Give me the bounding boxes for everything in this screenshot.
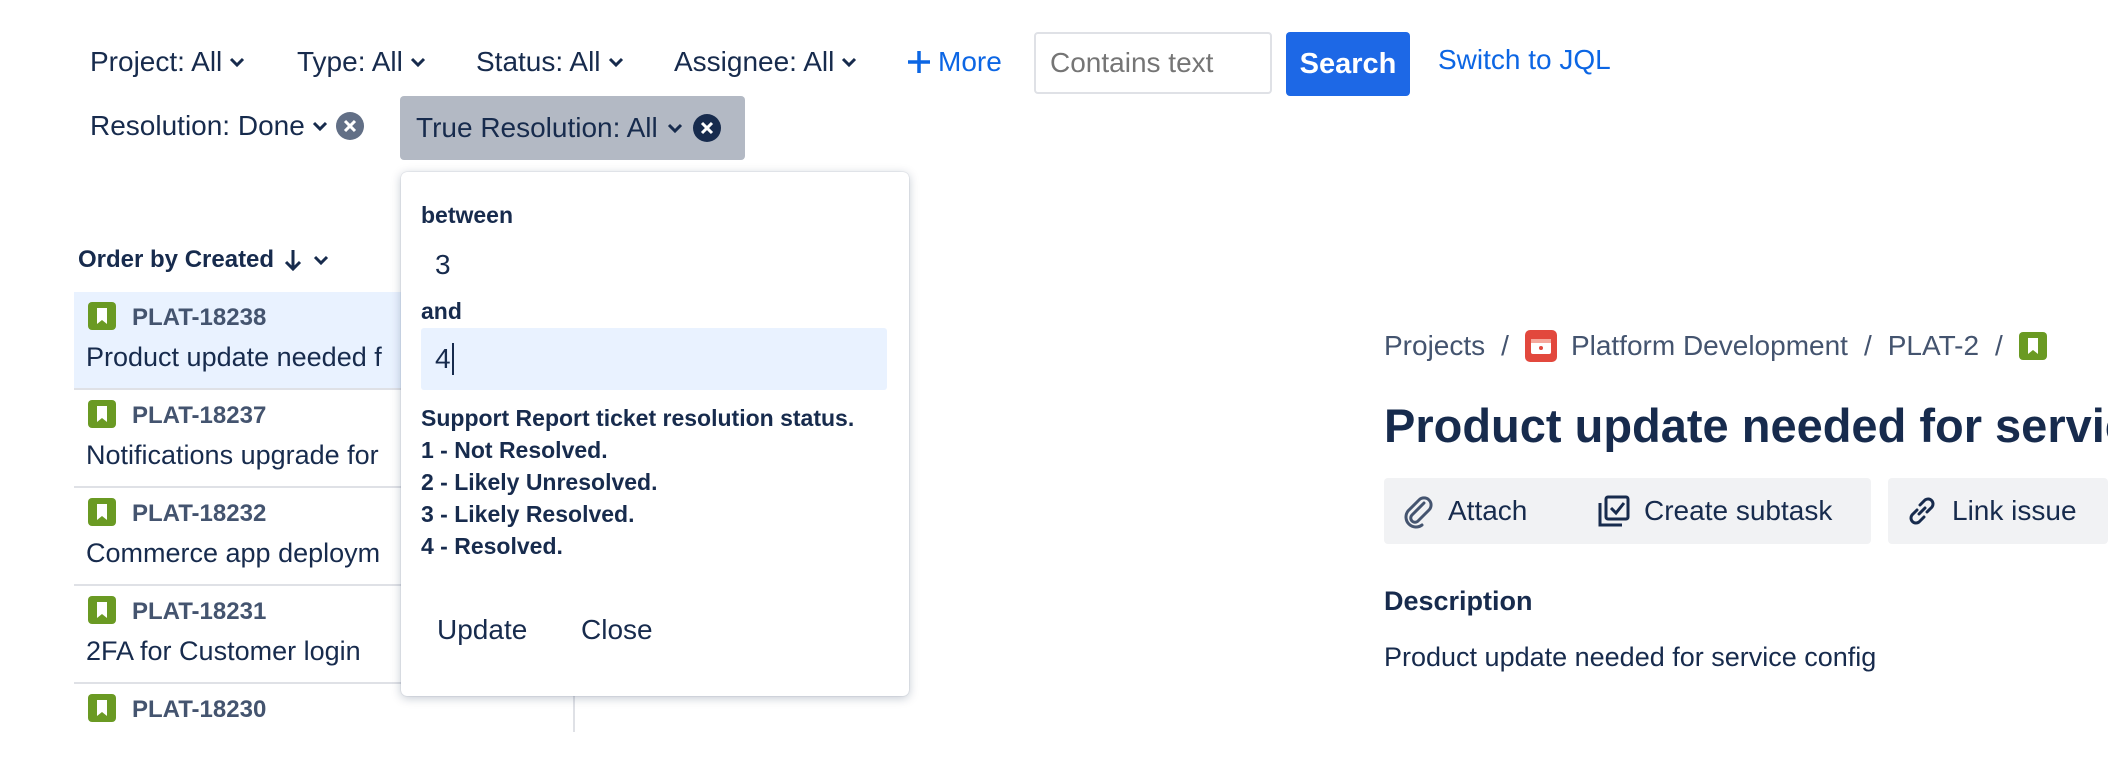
true-resolution-filter[interactable]: True Resolution: All	[400, 96, 745, 160]
chevron-down-icon	[608, 57, 623, 68]
help-line: 4 - Resolved.	[421, 533, 563, 559]
between-label: between	[421, 202, 514, 228]
close-button[interactable]: Close	[581, 614, 653, 646]
project-filter-label: Project: All	[90, 46, 223, 77]
plus-icon	[908, 51, 930, 73]
story-icon	[88, 302, 116, 330]
help-line: Support Report ticket resolution status.	[421, 405, 855, 431]
issue-title: Commerce app deploym	[86, 538, 381, 568]
attach-button[interactable]: Attach	[1384, 478, 1602, 544]
issue-title: Product update needed for service	[1384, 399, 2108, 452]
clear-circle-icon[interactable]	[692, 113, 722, 143]
status-filter[interactable]: Status: All	[476, 46, 625, 78]
list-item[interactable]: PLAT-18230	[74, 684, 574, 780]
issue-title: Product update needed f	[86, 342, 382, 372]
issue-key: PLAT-18238	[132, 304, 267, 331]
text-caret	[451, 343, 454, 375]
chevron-down-icon	[667, 123, 682, 134]
chevron-down-icon	[410, 57, 425, 68]
and-value: 4	[435, 343, 451, 374]
link-icon	[1909, 497, 1935, 525]
issue-key: PLAT-18230	[132, 696, 267, 723]
breadcrumb-separator: /	[1863, 330, 1872, 361]
and-label: and	[421, 298, 462, 324]
order-by-label: Order by Created	[78, 246, 275, 273]
update-button[interactable]: Update	[437, 614, 527, 646]
description-heading: Description	[1384, 586, 1533, 616]
true-resolution-popup: between 3 and 4 Support Report ticket re…	[401, 172, 909, 696]
clear-circle-icon[interactable]	[335, 111, 365, 141]
between-value: 3	[435, 249, 451, 280]
story-icon	[88, 596, 116, 624]
create-subtask-label: Create subtask	[1644, 495, 1833, 526]
contains-text-input[interactable]	[1034, 32, 1272, 94]
between-input[interactable]: 3	[421, 234, 887, 296]
resolution-filter-label: Resolution: Done	[90, 110, 305, 141]
story-icon	[88, 694, 116, 722]
project-filter[interactable]: Project: All	[90, 46, 246, 78]
order-by-control[interactable]: Order by Created	[78, 246, 330, 274]
issue-key: PLAT-18232	[132, 500, 267, 527]
breadcrumb-separator: /	[1501, 330, 1509, 361]
breadcrumb: Projects / Platform Development / PLAT-2…	[1384, 330, 2047, 362]
story-icon	[88, 498, 116, 526]
arrow-down-icon[interactable]	[282, 248, 304, 272]
help-line: 3 - Likely Resolved.	[421, 501, 635, 527]
search-button[interactable]: Search	[1286, 32, 1410, 96]
help-text: Support Report ticket resolution status.…	[421, 402, 854, 562]
story-icon	[2018, 332, 2047, 360]
link-issue-button[interactable]: Link issue	[1888, 478, 2108, 544]
description-text[interactable]: Product update needed for service config	[1384, 642, 1876, 673]
breadcrumb-separator: /	[1995, 330, 2003, 361]
chevron-down-icon	[312, 121, 327, 132]
breadcrumb-parent[interactable]: PLAT-2	[1888, 330, 1979, 362]
subtask-icon	[1598, 495, 1630, 527]
project-avatar-icon	[1524, 330, 1557, 362]
true-resolution-filter-label: True Resolution: All	[416, 112, 658, 143]
create-subtask-button[interactable]: Create subtask	[1580, 478, 1871, 544]
issue-title: Notifications upgrade for	[86, 440, 379, 470]
breadcrumb-projects[interactable]: Projects	[1384, 330, 1485, 362]
issue-title: 2FA for Customer login	[86, 636, 361, 666]
help-line: 2 - Likely Unresolved.	[421, 469, 658, 495]
status-filter-label: Status: All	[476, 46, 601, 77]
chevron-down-icon	[230, 57, 245, 68]
help-line: 1 - Not Resolved.	[421, 437, 608, 463]
assignee-filter-label: Assignee: All	[674, 46, 835, 77]
resolution-filter[interactable]: Resolution: Done	[90, 110, 365, 142]
link-issue-label: Link issue	[1952, 495, 2077, 526]
breadcrumb-project[interactable]: Platform Development	[1524, 330, 1848, 362]
more-filters-label: More	[938, 46, 1002, 77]
type-filter[interactable]: Type: All	[297, 46, 427, 78]
paperclip-icon	[1404, 496, 1433, 529]
issue-key: PLAT-18231	[132, 598, 267, 625]
story-icon	[88, 400, 116, 428]
more-filters-button[interactable]: More	[906, 46, 1002, 78]
type-filter-label: Type: All	[297, 46, 403, 77]
chevron-down-icon[interactable]	[312, 251, 330, 269]
breadcrumb-project-label: Platform Development	[1570, 330, 1848, 361]
chevron-down-icon	[842, 57, 857, 68]
switch-to-jql-link[interactable]: Switch to JQL	[1438, 44, 1611, 76]
issue-key: PLAT-18237	[132, 402, 267, 429]
and-input[interactable]: 4	[421, 328, 887, 390]
assignee-filter[interactable]: Assignee: All	[674, 46, 858, 78]
attach-label: Attach	[1448, 495, 1528, 526]
